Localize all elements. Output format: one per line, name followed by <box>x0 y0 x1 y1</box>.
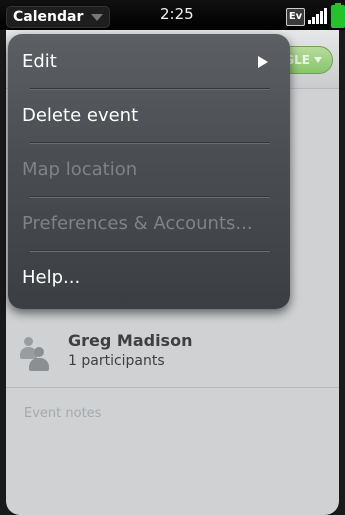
divider <box>6 387 339 388</box>
menu-item-delete-event[interactable]: Delete event <box>8 90 290 142</box>
chevron-down-icon <box>91 13 104 21</box>
menu-item-preferences-accounts[interactable]: Preferences & Accounts... <box>8 198 290 250</box>
menu-item-map-location[interactable]: Map location <box>8 144 290 196</box>
participant-count: 1 participants <box>68 353 165 369</box>
battery-icon <box>331 3 345 28</box>
participant-name: Greg Madison <box>68 331 193 350</box>
chevron-down-icon <box>314 57 322 63</box>
menu-item-label: Map location <box>22 159 138 180</box>
clock: 2:25 <box>160 5 194 23</box>
app-menu-dropdown: Edit Delete event Map location Preferenc… <box>8 34 290 309</box>
status-bar: Calendar 2:25 Ev <box>0 0 345 30</box>
submenu-arrow-icon <box>258 56 268 68</box>
network-badge: Ev <box>286 8 305 26</box>
menu-item-label: Help... <box>22 267 81 288</box>
event-notes-field[interactable]: Event notes <box>24 406 101 421</box>
menu-item-edit[interactable]: Edit <box>8 36 290 88</box>
menu-item-label: Edit <box>22 51 57 72</box>
menu-item-label: Preferences & Accounts... <box>22 213 253 234</box>
app-name: Calendar <box>13 9 84 25</box>
signal-icon <box>308 8 330 24</box>
menu-item-help[interactable]: Help... <box>8 252 290 304</box>
people-icon <box>20 337 50 371</box>
menu-item-label: Delete event <box>22 105 139 126</box>
app-menu-button[interactable]: Calendar <box>6 6 111 28</box>
participants-row[interactable]: Greg Madison 1 participants <box>6 317 339 387</box>
